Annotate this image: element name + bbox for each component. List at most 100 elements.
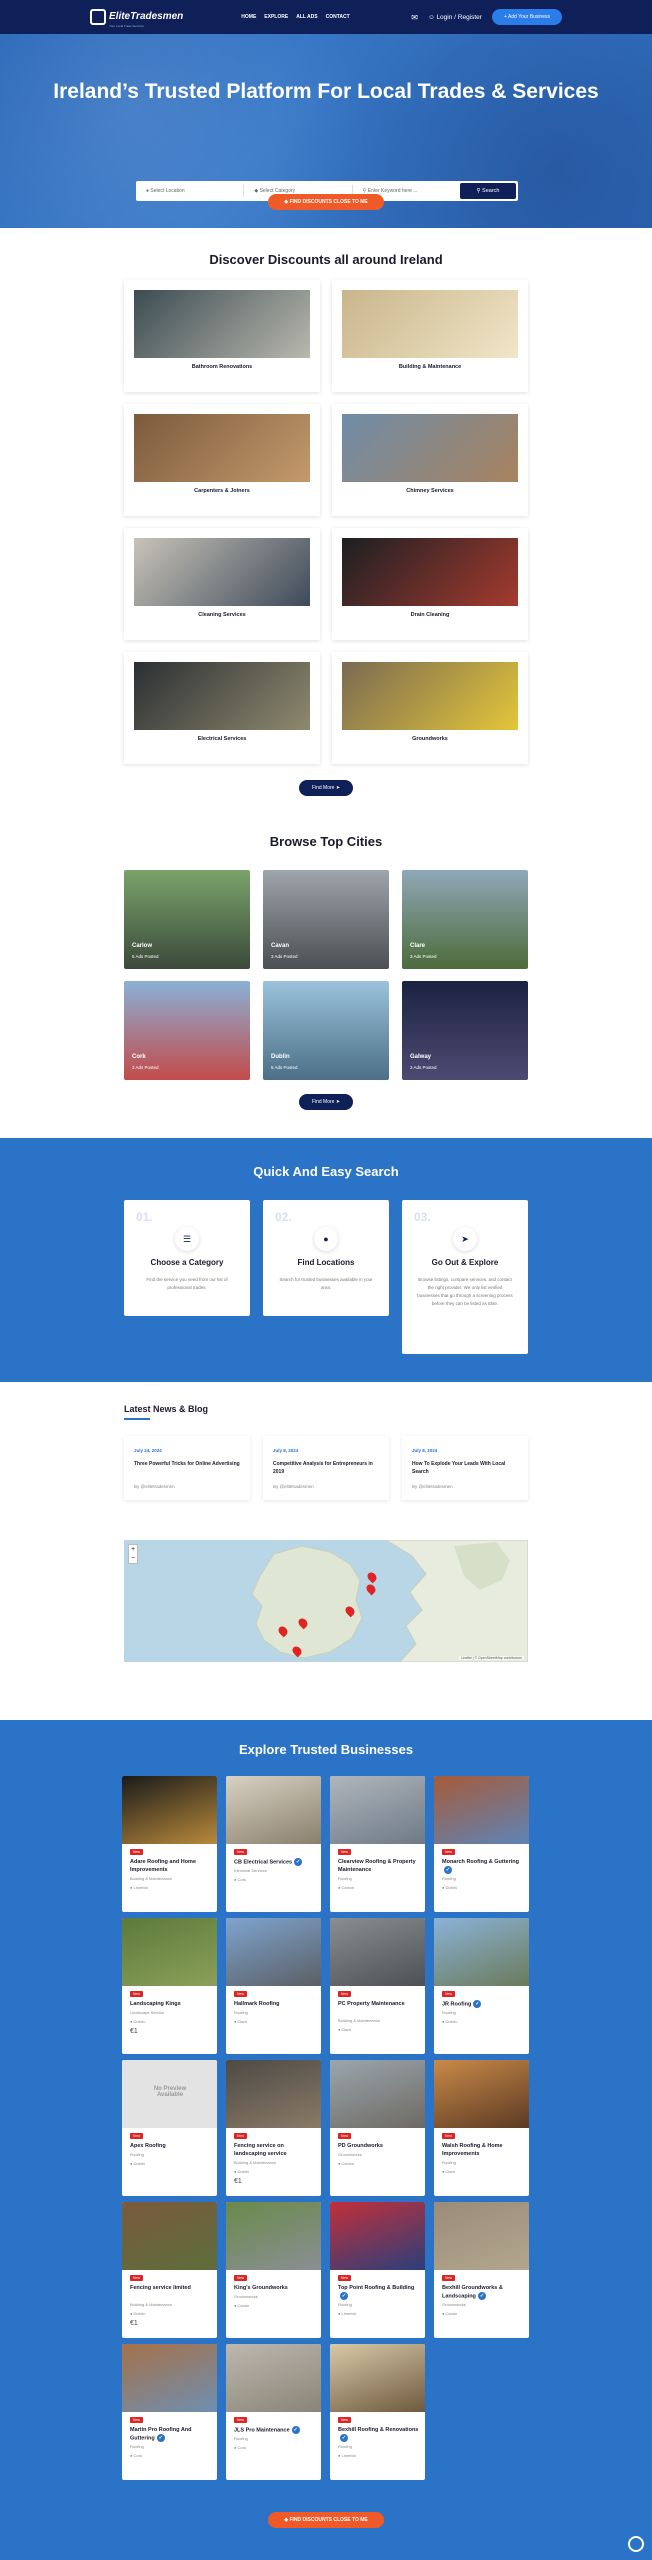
find-discounts-button[interactable]: ◆ FIND DISCOUNTS CLOSE TO ME (268, 194, 384, 210)
business-name[interactable]: Fencing service on landscaping service (234, 2142, 316, 2158)
city-card[interactable]: Clare 3 Ads Posted (402, 870, 528, 969)
city-card[interactable]: Cavan 3 Ads Posted (263, 870, 389, 969)
business-card[interactable]: New Fencing service on landscaping servic… (226, 2060, 321, 2196)
business-map[interactable]: + − Leaflet | © OpenStreetMap contributor… (124, 1540, 528, 1662)
business-card[interactable]: New Walsh Roofing & Home Improvements Roof… (434, 2060, 529, 2196)
find-discounts-bottom-button[interactable]: ◆ FIND DISCOUNTS CLOSE TO ME (268, 2512, 384, 2528)
business-name[interactable]: Landscaping Kings (130, 2000, 212, 2008)
category-card[interactable]: Bathroom Renovations (124, 280, 320, 392)
business-card[interactable]: New Hallmark Roofing Roofing ● Clare (226, 1918, 321, 2054)
nav-contact[interactable]: CONTACT (326, 14, 350, 20)
business-name[interactable]: CB Electrical Services ✓ (234, 1858, 316, 1866)
category-label: Chimney Services (406, 488, 454, 494)
business-location: ● Clare (442, 2169, 455, 2174)
business-image (434, 1776, 529, 1844)
blog-post-title[interactable]: Competitive Analysis for Entrepreneurs i… (273, 1460, 381, 1476)
business-card[interactable]: New PD Groundworks Groundworks ● Carlow (330, 2060, 425, 2196)
business-card[interactable]: New Martin Pro Roofing And Guttering ✓ Roof… (122, 2344, 217, 2480)
city-card[interactable]: Dublin 5 Ads Posted (263, 981, 389, 1080)
step-card: 03. ➤ Go Out & Explore Browse listings, com… (402, 1200, 528, 1354)
business-category: Landscape Service (130, 2010, 165, 2015)
business-card[interactable]: New JLS Pro Maintenance ✓ Roofing ● Cork (226, 2344, 321, 2480)
business-name[interactable]: JLS Pro Maintenance ✓ (234, 2426, 316, 2434)
business-name[interactable]: PC Property Maintenance (338, 2000, 420, 2008)
business-name[interactable]: Hallmark Roofing (234, 2000, 316, 2008)
category-card[interactable]: Chimney Services (332, 404, 528, 516)
site-logo[interactable]: EliteTradesmen Your Local Trade Services (90, 6, 183, 28)
new-badge: New (442, 2275, 456, 2281)
business-name[interactable]: Martin Pro Roofing And Guttering ✓ (130, 2426, 212, 2442)
business-location: ● Dublin (130, 2161, 145, 2166)
blog-post-title[interactable]: Three Powerful Tricks for Online Adverti… (134, 1460, 242, 1468)
city-name: Carlow (132, 943, 153, 949)
business-card[interactable]: No Preview Available New Apex Roofing Roofi… (122, 2060, 217, 2196)
new-badge: New (234, 2133, 248, 2139)
search-button[interactable]: ⚲ Search (459, 183, 516, 199)
find-more-cities-button[interactable]: Find More ➤ (299, 1094, 353, 1110)
category-card[interactable]: Drain Cleaning (332, 528, 528, 640)
nav-all-ads[interactable]: ALL ADS (296, 14, 317, 20)
business-name[interactable]: Adare Roofing and Home Improvements (130, 1858, 212, 1874)
business-name[interactable]: Bexhill Groundworks & Landscaping ✓ (442, 2284, 524, 2300)
business-name[interactable]: Bexhill Roofing & Renovations✓ (338, 2426, 420, 2442)
nav-home[interactable]: HOME (241, 14, 256, 20)
city-name: Cavan (271, 943, 290, 949)
business-name[interactable]: Walsh Roofing & Home Improvements (442, 2142, 524, 2158)
map-zoom-controls[interactable]: + − (128, 1544, 138, 1564)
city-name: Clare (410, 943, 426, 949)
category-card[interactable]: Building & Maintenance (332, 280, 528, 392)
business-name-text: Bexhill Groundworks & Landscaping (442, 2285, 503, 2300)
blog-card[interactable]: July 24, 2024 Three Powerful Tricks for O… (124, 1436, 250, 1500)
business-name[interactable]: Clearview Roofing & Property Maintenance (338, 1858, 420, 1874)
business-card[interactable]: New PC Property Maintenance Building & Mai… (330, 1918, 425, 2054)
business-card[interactable]: New Bexhill Groundworks & Landscaping ✓ Gro… (434, 2202, 529, 2338)
category-card[interactable]: Groundworks (332, 652, 528, 764)
find-more-categories-button[interactable]: Find More ➤ (299, 780, 353, 796)
business-name-text: Fencing service limited (130, 2285, 191, 2291)
business-card[interactable]: New Adare Roofing and Home Improvements Bu… (122, 1776, 217, 1912)
map-attribution[interactable]: Leaflet | © OpenStreetMap contributors (459, 1656, 524, 1660)
chat-icon[interactable]: ✉ (411, 13, 418, 22)
blog-card[interactable]: July 8, 2024 Competitive Analysis for Ent… (263, 1436, 389, 1500)
navigation-arrow-icon: ➤ (453, 1227, 477, 1251)
business-card[interactable]: New Landscaping Kings Landscape Service ● D… (122, 1918, 217, 2054)
business-location: ● Cavan (442, 2311, 457, 2316)
business-card[interactable]: New Top Point Roofing & Building✓ Roofing ●… (330, 2202, 425, 2338)
blog-card[interactable]: July 8, 2024 How To Explode Your Leads Wi… (402, 1436, 528, 1500)
business-card[interactable]: New JR Roofing ✓ Roofing ● Dublin (434, 1918, 529, 2054)
business-name[interactable]: Top Point Roofing & Building✓ (338, 2284, 420, 2300)
business-location: ● Cork (130, 2453, 142, 2458)
business-name[interactable]: Fencing service limited (130, 2284, 212, 2292)
business-card[interactable]: New Monarch Roofing & Guttering✓ Roofing ● … (434, 1776, 529, 1912)
blog-post-title[interactable]: How To Explode Your Leads With Local Sea… (412, 1460, 520, 1476)
location-select[interactable]: ● Select Location (136, 185, 245, 197)
category-image (134, 414, 310, 482)
category-card[interactable]: Cleaning Services (124, 528, 320, 640)
business-location-text: Cork (133, 2453, 142, 2458)
nav-explore[interactable]: EXPLORE (264, 14, 288, 20)
business-name[interactable]: Apex Roofing (130, 2142, 212, 2150)
business-card[interactable]: New King's Groundworks Groundworks ● Cavan (226, 2202, 321, 2338)
business-price: €1 (234, 2178, 242, 2185)
category-card[interactable]: Electrical Services (124, 652, 320, 764)
city-card[interactable]: Carlow 5 Ads Posted (124, 870, 250, 969)
business-location: ● Dublin (234, 2169, 249, 2174)
business-name[interactable]: Monarch Roofing & Guttering✓ (442, 1858, 524, 1874)
business-category: Building & Maintenance (234, 2160, 277, 2165)
login-link[interactable]: ☺ Login / Register (428, 14, 482, 21)
business-card[interactable]: New Clearview Roofing & Property Maintena… (330, 1776, 425, 1912)
business-name[interactable]: JR Roofing ✓ (442, 2000, 524, 2008)
new-badge: New (338, 2417, 352, 2423)
business-name[interactable]: PD Groundworks (338, 2142, 420, 2150)
scroll-top-button[interactable] (628, 2536, 644, 2552)
add-business-button[interactable]: + Add Your Business (491, 9, 562, 25)
category-card[interactable]: Carpenters & Joiners (124, 404, 320, 516)
business-name[interactable]: King's Groundworks (234, 2284, 316, 2292)
verified-icon: ✓ (294, 1858, 303, 1866)
city-card[interactable]: Cork 3 Ads Posted (124, 981, 250, 1080)
business-card[interactable]: New CB Electrical Services ✓ Electrical Ser… (226, 1776, 321, 1912)
city-card[interactable]: Galway 3 Ads Posted (402, 981, 528, 1080)
business-card[interactable]: New Fencing service limited Building & Mai… (122, 2202, 217, 2338)
new-badge: New (130, 1849, 144, 1855)
business-card[interactable]: New Bexhill Roofing & Renovations✓ Roofing… (330, 2344, 425, 2480)
